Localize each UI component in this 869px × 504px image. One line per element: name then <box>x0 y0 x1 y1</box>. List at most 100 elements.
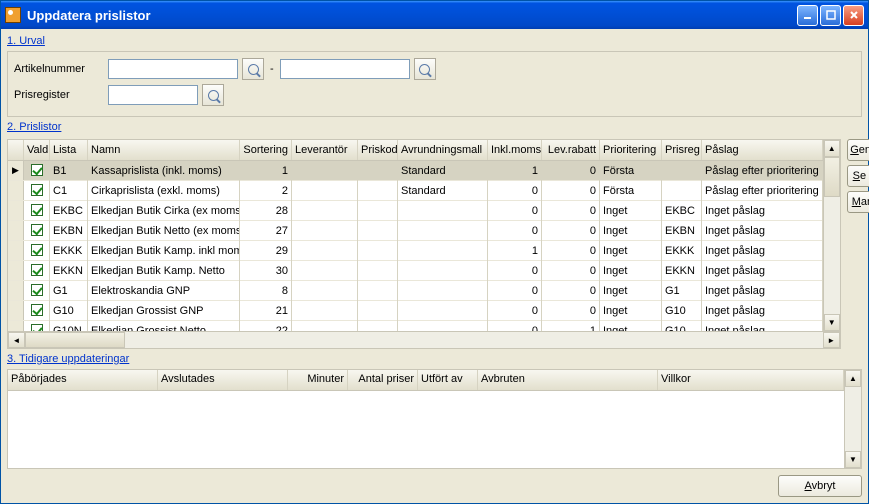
cell-namn: Cirkaprislista (exkl. moms) <box>88 181 240 201</box>
col-lista[interactable]: Lista <box>50 140 88 160</box>
cell-vald[interactable] <box>24 181 50 201</box>
row-indicator: ▶ <box>8 161 24 180</box>
scroll-track[interactable] <box>845 387 861 451</box>
scroll-left-button[interactable]: ◄ <box>8 332 25 348</box>
cell-priskod <box>358 181 398 201</box>
cell-levrabatt: 0 <box>542 181 600 201</box>
titlebar[interactable]: Uppdatera prislistor <box>1 1 868 29</box>
prisregister-input[interactable] <box>108 85 198 105</box>
cell-vald[interactable] <box>24 281 50 301</box>
col-avbruten[interactable]: Avbruten <box>478 370 658 390</box>
se-priser-button[interactable]: Se priser <box>847 165 869 187</box>
scroll-up-button[interactable]: ▲ <box>845 370 861 387</box>
col-levrabatt[interactable]: Lev.rabatt <box>542 140 600 160</box>
scroll-down-button[interactable]: ▼ <box>845 451 861 468</box>
table-row[interactable]: EKBNElkedjan Butik Netto (ex moms)2700In… <box>8 221 823 241</box>
cell-priskod <box>358 201 398 221</box>
checkbox-icon[interactable] <box>31 264 43 276</box>
col-vald[interactable]: Vald <box>24 140 50 160</box>
checkbox-icon[interactable] <box>31 164 43 176</box>
cell-prioritering: Första <box>600 161 662 181</box>
cell-vald[interactable] <box>24 201 50 221</box>
cell-vald[interactable] <box>24 161 50 181</box>
table-row[interactable]: G10NElkedjan Grossist Netto2201IngetG10I… <box>8 321 823 331</box>
horizontal-scrollbar[interactable]: ◄ ► <box>8 331 840 348</box>
checkbox-icon[interactable] <box>31 184 43 196</box>
checkbox-icon[interactable] <box>31 224 43 236</box>
table-row[interactable]: EKBCElkedjan Butik Cirka (ex moms)2800In… <box>8 201 823 221</box>
table-row[interactable]: G10Elkedjan Grossist GNP2100IngetG10Inge… <box>8 301 823 321</box>
cell-levrabatt: 0 <box>542 281 600 301</box>
cell-prisreg <box>662 181 702 201</box>
cell-lista: C1 <box>50 181 88 201</box>
table-row[interactable]: C1Cirkaprislista (exkl. moms)2Standard00… <box>8 181 823 201</box>
cell-vald[interactable] <box>24 301 50 321</box>
artikelnummer-from-input[interactable] <box>108 59 238 79</box>
scroll-up-button[interactable]: ▲ <box>824 140 840 157</box>
col-minuter[interactable]: Minuter <box>288 370 348 390</box>
scroll-right-button[interactable]: ► <box>823 332 840 348</box>
section-urval-link[interactable]: 1. Urval <box>7 33 862 49</box>
cell-priskod <box>358 281 398 301</box>
lookup-from-button[interactable] <box>242 58 264 80</box>
markera-dropdown[interactable]: Markera▾ <box>847 191 869 213</box>
prisregister-lookup-button[interactable] <box>202 84 224 106</box>
lookup-to-button[interactable] <box>414 58 436 80</box>
table-row[interactable]: G1Elektroskandia GNP800IngetG1Inget påsl… <box>8 281 823 301</box>
scroll-down-button[interactable]: ▼ <box>824 314 840 331</box>
cell-vald[interactable] <box>24 321 50 331</box>
hscroll-thumb[interactable] <box>25 332 125 348</box>
window-buttons <box>797 5 864 26</box>
cell-prisreg: EKBC <box>662 201 702 221</box>
checkbox-icon[interactable] <box>31 324 43 331</box>
cell-leverantor <box>292 321 358 331</box>
cell-prioritering: Inget <box>600 281 662 301</box>
app-icon <box>5 7 21 23</box>
checkbox-icon[interactable] <box>31 244 43 256</box>
avbryt-button[interactable]: Avbryt <box>778 475 862 497</box>
minimize-button[interactable] <box>797 5 818 26</box>
artikelnummer-to-input[interactable] <box>280 59 410 79</box>
maximize-button[interactable] <box>820 5 841 26</box>
col-antalpriser[interactable]: Antal priser <box>348 370 418 390</box>
col-sortering[interactable]: Sortering <box>240 140 292 160</box>
cell-prisreg: EKKN <box>662 261 702 281</box>
vertical-scrollbar[interactable]: ▲ ▼ <box>823 140 840 331</box>
table-row[interactable]: EKKNElkedjan Butik Kamp. Netto3000IngetE… <box>8 261 823 281</box>
table-row[interactable]: ▶B1Kassaprislista (inkl. moms)1Standard1… <box>8 161 823 181</box>
genomfor-button[interactable]: Genomför <box>847 139 869 161</box>
scroll-thumb[interactable] <box>824 157 840 197</box>
cell-levrabatt: 0 <box>542 221 600 241</box>
hscroll-track[interactable] <box>125 332 823 348</box>
section-prislistor-link[interactable]: 2. Prislistor <box>7 119 862 135</box>
col-leverantor[interactable]: Leverantör <box>292 140 358 160</box>
col-priskod[interactable]: Priskod <box>358 140 398 160</box>
col-prisreg[interactable]: Prisreg <box>662 140 702 160</box>
col-prioritering[interactable]: Prioritering <box>600 140 662 160</box>
window-title: Uppdatera prislistor <box>27 8 797 23</box>
tidigare-vertical-scrollbar[interactable]: ▲ ▼ <box>844 370 861 468</box>
checkbox-icon[interactable] <box>31 284 43 296</box>
col-villkor[interactable]: Villkor <box>658 370 844 390</box>
cell-lista: EKKK <box>50 241 88 261</box>
col-namn[interactable]: Namn <box>88 140 240 160</box>
col-utfortav[interactable]: Utfört av <box>418 370 478 390</box>
row-indicator <box>8 181 24 200</box>
cell-vald[interactable] <box>24 261 50 281</box>
row-indicator <box>8 261 24 280</box>
table-row[interactable]: EKKKElkedjan Butik Kamp. inkl moms2910In… <box>8 241 823 261</box>
scroll-track[interactable] <box>824 197 840 314</box>
checkbox-icon[interactable] <box>31 304 43 316</box>
close-button[interactable] <box>843 5 864 26</box>
col-avrundningsmall[interactable]: Avrundningsmall <box>398 140 488 160</box>
col-avslutades[interactable]: Avslutades <box>158 370 288 390</box>
col-paborjades[interactable]: Påbörjades <box>8 370 158 390</box>
cell-vald[interactable] <box>24 221 50 241</box>
col-paslag[interactable]: Påslag <box>702 140 823 160</box>
side-buttons: Genomför Se priser Markera▾ <box>847 139 869 349</box>
prisregister-label: Prisregister <box>14 89 104 101</box>
section-tidigare-link[interactable]: 3. Tidigare uppdateringar <box>7 351 862 367</box>
cell-vald[interactable] <box>24 241 50 261</box>
col-inklmoms[interactable]: Inkl.moms <box>488 140 542 160</box>
checkbox-icon[interactable] <box>31 204 43 216</box>
